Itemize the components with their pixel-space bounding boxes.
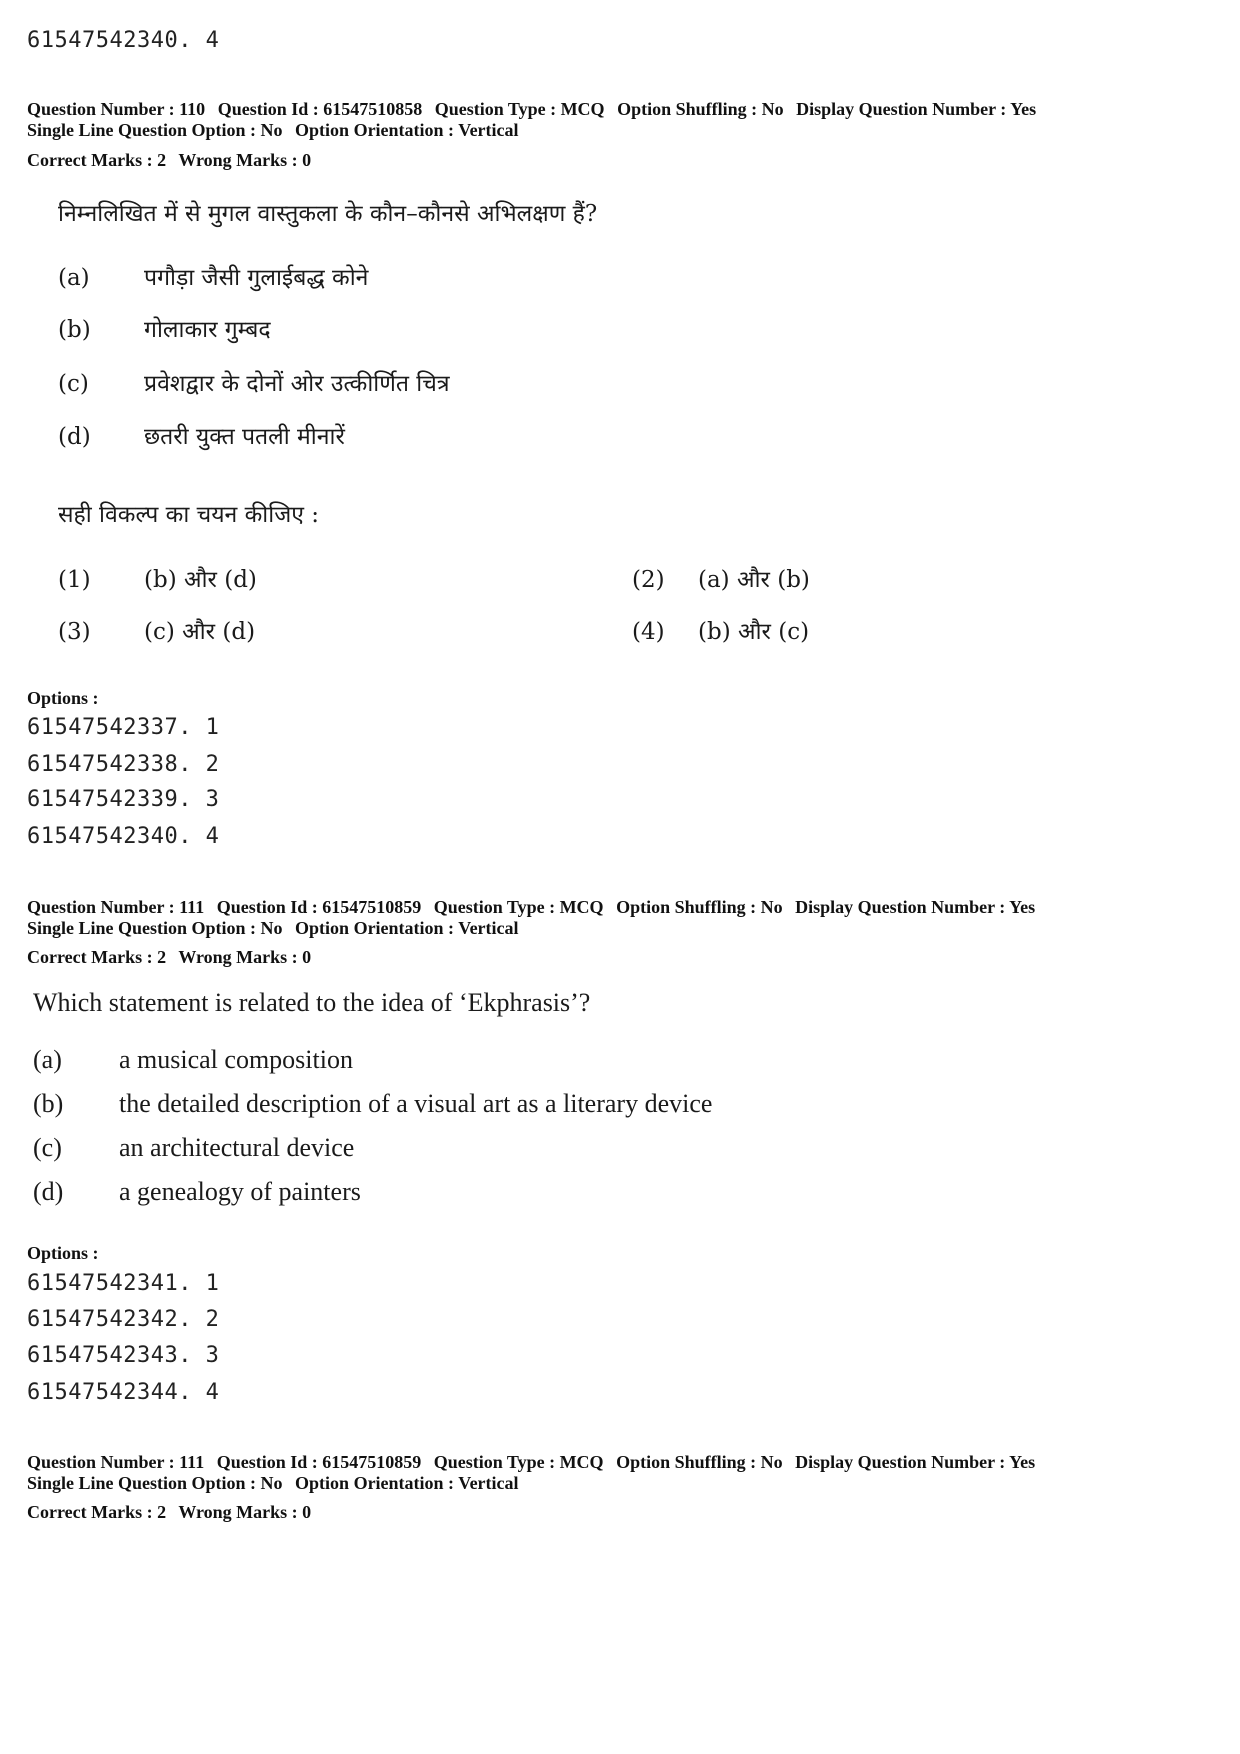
single-line-option: Single Line Question Option : No: [27, 120, 283, 140]
statement-text: a musical composition: [119, 1045, 353, 1074]
statement-text: गोलाकार गुम्बद: [144, 317, 271, 343]
marks-line: Correct Marks : 2 Wrong Marks : 0: [27, 947, 319, 967]
option-shuffling: Option Shuffling : No: [616, 897, 783, 917]
display-question-number: Display Question Number : Yes: [795, 897, 1036, 917]
correct-marks: Correct Marks : 2: [27, 947, 167, 967]
correct-marks: Correct Marks : 2: [27, 1502, 167, 1522]
statement-item: (a) a musical composition: [33, 1045, 353, 1075]
option-orientation: Option Orientation : Vertical: [295, 1473, 519, 1493]
option-shuffling: Option Shuffling : No: [616, 1452, 783, 1472]
choice-number: (2): [632, 567, 665, 593]
question-header-line-2: Single Line Question Option : No Option …: [27, 120, 527, 140]
statement-label: (b): [58, 317, 91, 343]
option-shuffling: Option Shuffling : No: [617, 99, 784, 119]
answer-choice: (4) (b) और (c): [632, 614, 809, 646]
answer-choice: (1) (b) और (d): [58, 562, 257, 594]
option-line: 61547542344. 4: [27, 1380, 220, 1405]
statement-label: (d): [33, 1177, 64, 1206]
question-header-line-2: Single Line Question Option : No Option …: [27, 918, 527, 938]
option-line: 61547542338. 2: [27, 752, 220, 777]
answer-choice: (2) (a) और (b): [632, 562, 810, 594]
statement-text: पगौड़ा जैसी गुलाईबद्ध कोने: [144, 265, 369, 291]
statement-item: (c) प्रवेशद्वार के दोनों ओर उत्कीर्णित चि…: [58, 366, 450, 398]
statement-label: (b): [33, 1089, 64, 1118]
question-type: Question Type : MCQ: [433, 897, 604, 917]
question-id: Question Id : 61547510858: [217, 99, 423, 119]
choice-number: (4): [632, 619, 665, 645]
statement-item: (c) an architectural device: [33, 1133, 354, 1163]
statement-item: (b) गोलाकार गुम्बद: [58, 312, 271, 344]
question-header-line-1: Question Number : 111 Question Id : 6154…: [27, 1452, 1043, 1472]
option-orientation: Option Orientation : Vertical: [295, 918, 519, 938]
choice-number: (1): [58, 567, 91, 593]
statement-item: (b) the detailed description of a visual …: [33, 1089, 712, 1119]
question-header-line-1: Question Number : 110 Question Id : 6154…: [27, 99, 1044, 119]
statement-item: (a) पगौड़ा जैसी गुलाईबद्ध कोने: [58, 260, 368, 292]
question-number: Question Number : 111: [27, 1452, 205, 1472]
question-type: Question Type : MCQ: [433, 1452, 604, 1472]
answer-choice: (3) (c) और (d): [58, 614, 255, 646]
options-label: Options :: [27, 688, 99, 708]
display-question-number: Display Question Number : Yes: [795, 1452, 1036, 1472]
option-line: 61547542339. 3: [27, 787, 220, 812]
option-line: 61547542337. 1: [27, 715, 220, 740]
marks-line: Correct Marks : 2 Wrong Marks : 0: [27, 1502, 319, 1522]
choice-text: (b) और (d): [144, 567, 257, 593]
question-text: Which statement is related to the idea o…: [33, 988, 591, 1017]
single-line-option: Single Line Question Option : No: [27, 918, 283, 938]
choice-text: (c) और (d): [144, 619, 256, 645]
statement-text: the detailed description of a visual art…: [119, 1089, 713, 1118]
question-text: निम्नलिखित में से मुगल वास्तुकला के कौन–…: [58, 201, 598, 227]
choice-text: (a) और (b): [698, 567, 810, 593]
statement-item: (d) a genealogy of painters: [33, 1177, 361, 1207]
question-type: Question Type : MCQ: [434, 99, 605, 119]
option-orientation: Option Orientation : Vertical: [295, 120, 519, 140]
statement-text: प्रवेशद्वार के दोनों ओर उत्कीर्णित चित्र: [144, 371, 450, 397]
question-id: Question Id : 61547510859: [216, 897, 422, 917]
statement-label: (a): [33, 1045, 62, 1074]
option-line: 61547542340. 4: [27, 28, 220, 53]
options-label: Options :: [27, 1243, 99, 1263]
marks-line: Correct Marks : 2 Wrong Marks : 0: [27, 150, 319, 170]
statement-text: an architectural device: [119, 1133, 355, 1162]
statement-text: a genealogy of painters: [119, 1177, 361, 1206]
statement-label: (d): [58, 424, 91, 450]
statement-label: (c): [33, 1133, 62, 1162]
display-question-number: Display Question Number : Yes: [796, 99, 1037, 119]
correct-marks: Correct Marks : 2: [27, 150, 167, 170]
option-line: 61547542343. 3: [27, 1343, 220, 1368]
statement-label: (a): [58, 265, 90, 291]
option-line: 61547542342. 2: [27, 1307, 220, 1332]
question-header-line-1: Question Number : 111 Question Id : 6154…: [27, 897, 1043, 917]
statement-text: छतरी युक्त पतली मीनारें: [144, 424, 345, 450]
choice-text: (b) और (c): [698, 619, 810, 645]
option-line: 61547542341. 1: [27, 1271, 220, 1296]
choice-number: (3): [58, 619, 91, 645]
statement-item: (d) छतरी युक्त पतली मीनारें: [58, 419, 345, 451]
instruction-text: सही विकल्प का चयन कीजिए :: [58, 502, 320, 528]
statement-label: (c): [58, 371, 89, 397]
question-header-line-2: Single Line Question Option : No Option …: [27, 1473, 527, 1493]
single-line-option: Single Line Question Option : No: [27, 1473, 283, 1493]
wrong-marks: Wrong Marks : 0: [178, 1502, 312, 1522]
question-number: Question Number : 110: [27, 99, 206, 119]
wrong-marks: Wrong Marks : 0: [178, 947, 312, 967]
question-number: Question Number : 111: [27, 897, 205, 917]
wrong-marks: Wrong Marks : 0: [178, 150, 312, 170]
option-line: 61547542340. 4: [27, 824, 220, 849]
question-id: Question Id : 61547510859: [216, 1452, 422, 1472]
